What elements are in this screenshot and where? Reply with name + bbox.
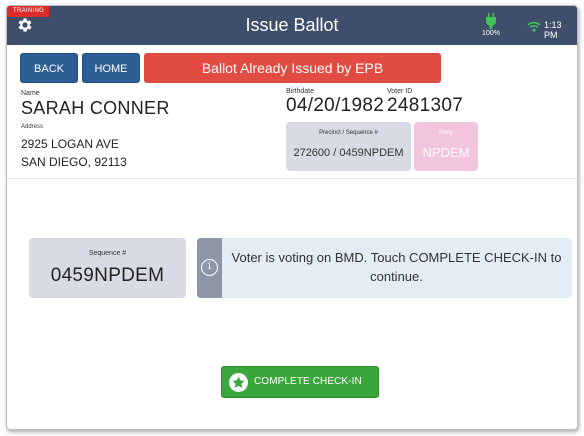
divider [7,178,577,179]
alert-banner: Ballot Already Issued by EPB [144,53,441,83]
app-window: TRAINING Issue Ballot 100% 1:13 PM BACK … [6,5,578,430]
plug-icon [486,13,496,29]
name-label: Name [21,90,40,97]
birthdate-label: Birthdate [286,88,315,95]
battery-indicator: 100% [480,13,502,41]
info-sidebar: i [197,238,222,298]
back-button[interactable]: BACK [20,53,78,83]
clock: 1:13 PM [544,20,562,40]
sequence-label: Sequence # [88,250,127,257]
party-box: Party NPDEM [414,122,478,171]
sequence-value: 0459NPDEM [50,265,165,286]
wifi-icon [527,19,541,37]
home-button[interactable]: HOME [82,53,140,83]
info-message: Voter is voting on BMD. Touch COMPLETE C… [231,250,562,284]
star-icon [229,373,248,392]
party-value: NPDEM [422,145,470,160]
sequence-box: Sequence # 0459NPDEM [29,238,186,298]
birthdate-value: 04/20/1982 [286,95,385,116]
info-icon: i [201,259,218,276]
complete-check-in-label: COMPLETE CHECK-IN [254,376,362,387]
voter-id-label: Voter ID [387,88,413,95]
address-line1: 2925 LOGAN AVE [21,137,119,151]
party-label: Party [438,130,453,136]
complete-check-in-button[interactable]: COMPLETE CHECK-IN [221,366,379,398]
voter-name: SARAH CONNER [21,98,170,118]
info-message-box: i Voter is voting on BMD. Touch COMPLETE… [197,238,572,298]
voter-id-value: 2481307 [387,95,464,116]
address-label: Address [21,124,44,130]
precinct-box: Precinct / Sequence # 272600 / 0459NPDEM [286,122,411,171]
top-bar: TRAINING Issue Ballot 100% 1:13 PM [7,6,577,45]
address-line2: SAN DIEGO, 92113 [21,155,127,169]
precinct-value: 272600 / 0459NPDEM [293,147,404,159]
battery-percent: 100% [482,30,500,37]
precinct-label: Precinct / Sequence # [319,130,378,136]
